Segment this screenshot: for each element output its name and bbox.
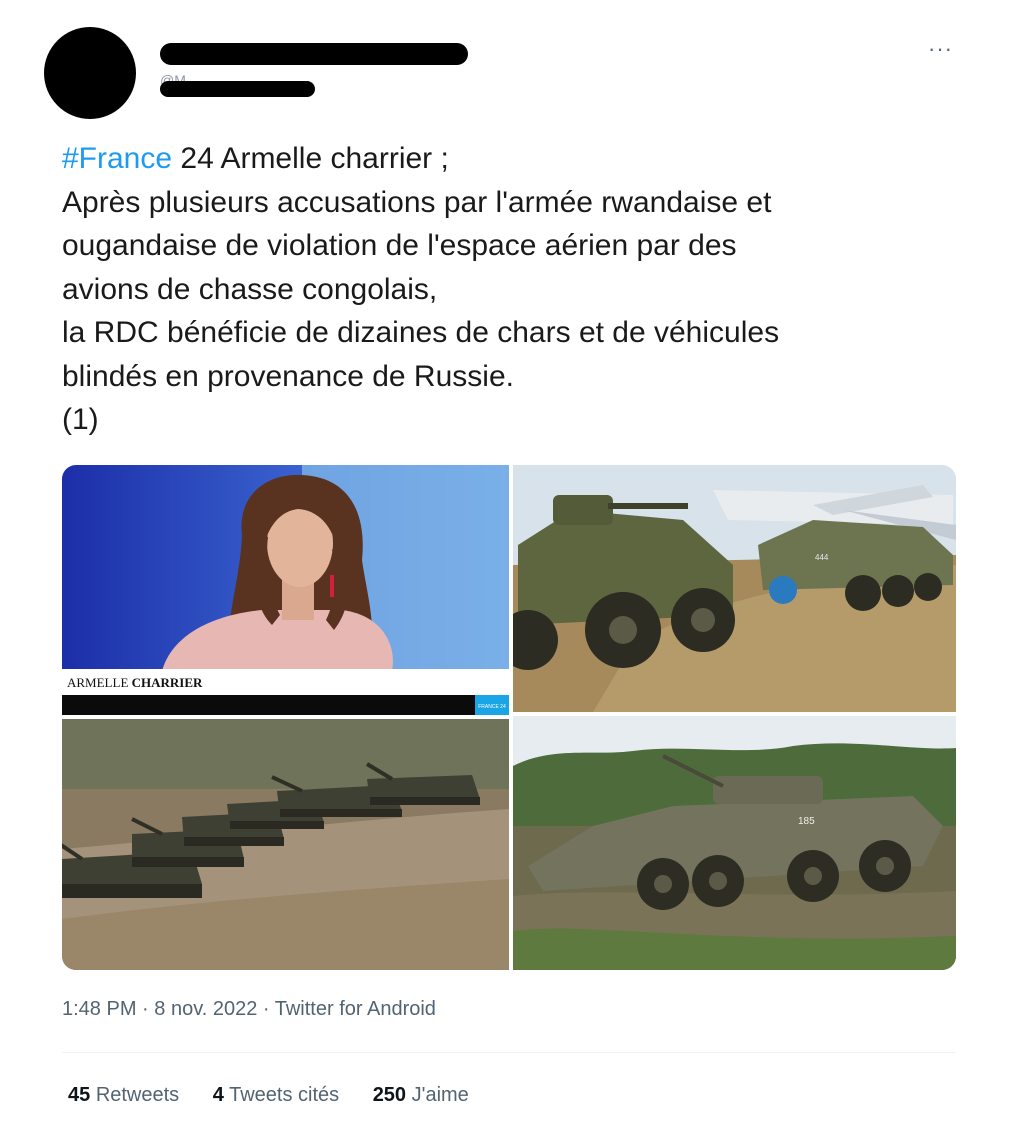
armored-vehicles-airport-graphic: 444 bbox=[513, 465, 956, 712]
divider bbox=[62, 1052, 956, 1053]
author-handle[interactable]: @M... bbox=[160, 72, 320, 98]
vehicle-number-444: 444 bbox=[815, 553, 829, 562]
apc-mud-graphic: 185 bbox=[513, 716, 956, 970]
likes-count: 250 bbox=[372, 1084, 407, 1106]
retweets-stat[interactable]: 45 Retweets bbox=[68, 1084, 179, 1106]
more-options-icon[interactable]: ··· bbox=[928, 38, 953, 60]
tweet-line-2: Après plusieurs accusations par l'armée … bbox=[62, 185, 772, 219]
meta-separator-2: · bbox=[257, 998, 275, 1020]
tweet-line-6: blindés en provenance de Russie. bbox=[62, 359, 514, 393]
presenter-photo-graphic: ARMELLE CHARRIER FRANCE 24 bbox=[62, 465, 509, 715]
tweet-text: #France 24 Armelle charrier ; Après plus… bbox=[62, 137, 962, 442]
tank-column-graphic bbox=[62, 719, 509, 970]
tweet-meta: 1:48 PM · 8 nov. 2022 · Twitter for Andr… bbox=[62, 998, 436, 1021]
lower-third-name-regular: ARMELLE bbox=[67, 675, 132, 690]
svg-text:ARMELLE CHARRIER: ARMELLE CHARRIER bbox=[67, 675, 203, 690]
tweet-line-3: ougandaise de violation de l'espace aéri… bbox=[62, 229, 737, 262]
tweet-source[interactable]: Twitter for Android bbox=[275, 998, 436, 1020]
author-name-redacted[interactable] bbox=[160, 43, 468, 65]
tweet-line-1: #France 24 Armelle charrier ; bbox=[62, 137, 962, 181]
media-photo-tank-column[interactable] bbox=[62, 719, 509, 970]
meta-separator-1: · bbox=[136, 998, 155, 1020]
tweet-line-7: (1) bbox=[62, 403, 99, 436]
hashtag-link[interactable]: #France bbox=[62, 142, 172, 175]
quote-tweets-stat[interactable]: 4 Tweets cités bbox=[213, 1084, 339, 1106]
likes-stat[interactable]: 250 J'aime bbox=[373, 1084, 469, 1106]
tweet-stats: 45 Retweets 4 Tweets cités 250 J'aime bbox=[68, 1084, 497, 1107]
retweets-count: 45 bbox=[68, 1084, 91, 1106]
media-grid: ARMELLE CHARRIER FRANCE 24 444 185 bbox=[62, 465, 956, 970]
tweet-time[interactable]: 1:48 PM bbox=[62, 998, 136, 1020]
media-photo-armored-vehicles-airport[interactable]: 444 bbox=[513, 465, 956, 712]
author-avatar[interactable] bbox=[44, 27, 136, 119]
author-handle-redaction bbox=[160, 81, 315, 97]
retweets-label: Retweets bbox=[95, 1084, 180, 1106]
media-photo-apc-mud[interactable]: 185 bbox=[513, 716, 956, 970]
quotes-label: Tweets cités bbox=[229, 1084, 340, 1106]
lower-third-name-bold: CHARRIER bbox=[132, 675, 203, 690]
tweet-date[interactable]: 8 nov. 2022 bbox=[154, 998, 257, 1020]
vehicle-number-185: 185 bbox=[798, 816, 815, 827]
media-photo-presenter[interactable]: ARMELLE CHARRIER FRANCE 24 bbox=[62, 465, 509, 715]
france24-logo: FRANCE 24 bbox=[478, 704, 506, 710]
quotes-count: 4 bbox=[212, 1084, 224, 1106]
likes-label: J'aime bbox=[411, 1084, 469, 1106]
tweet-line-5: la RDC bénéficie de dizaines de chars et… bbox=[62, 316, 780, 349]
tweet-line-1-text: 24 Armelle charrier ; bbox=[172, 142, 449, 175]
tweet-line-4: avions de chasse congolais, bbox=[62, 272, 438, 306]
